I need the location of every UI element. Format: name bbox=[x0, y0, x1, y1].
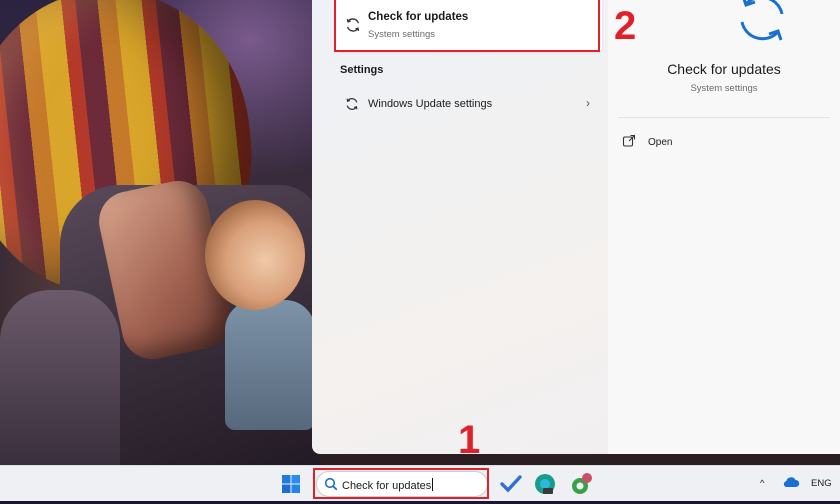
todo-app-button[interactable] bbox=[496, 469, 526, 499]
divider bbox=[618, 117, 830, 118]
child-head-image bbox=[205, 200, 305, 310]
sync-icon bbox=[344, 96, 360, 117]
input-language-indicator[interactable]: ENG bbox=[811, 478, 832, 489]
result-detail-pane: Check for updates System settings Open bbox=[608, 0, 840, 454]
chevron-right-icon: › bbox=[586, 96, 590, 110]
sync-icon bbox=[732, 0, 792, 53]
highlight-box-step-2 bbox=[334, 0, 600, 52]
result-windows-update-settings[interactable]: Windows Update settings › bbox=[334, 90, 596, 118]
show-hidden-icons-button[interactable]: ^ bbox=[760, 478, 764, 489]
onedrive-icon[interactable] bbox=[782, 476, 800, 491]
green-app-button[interactable] bbox=[566, 469, 596, 499]
highlight-box-step-1 bbox=[313, 468, 489, 499]
detail-title: Check for updates bbox=[667, 61, 781, 77]
step-number-1: 1 bbox=[458, 418, 481, 462]
edge-dev-button[interactable] bbox=[530, 469, 560, 499]
todo-check-icon bbox=[500, 475, 522, 493]
step-number-2: 2 bbox=[614, 4, 637, 48]
results-list-pane: Check for updates System settings Settin… bbox=[312, 0, 606, 454]
open-action[interactable]: Open bbox=[622, 132, 822, 154]
edge-dev-icon bbox=[535, 474, 555, 494]
detail-subtitle: System settings bbox=[690, 83, 758, 94]
child-body-image bbox=[225, 300, 315, 430]
search-results-panel: Check for updates System settings Settin… bbox=[312, 0, 840, 454]
start-button[interactable] bbox=[276, 469, 306, 499]
section-heading-settings: Settings bbox=[340, 64, 384, 76]
result-label: Windows Update settings bbox=[368, 98, 493, 110]
open-action-label: Open bbox=[648, 137, 673, 148]
sofa-arm-image bbox=[0, 290, 120, 465]
windows-start-icon bbox=[282, 475, 300, 493]
open-external-icon bbox=[622, 134, 636, 153]
green-app-icon bbox=[572, 473, 592, 494]
